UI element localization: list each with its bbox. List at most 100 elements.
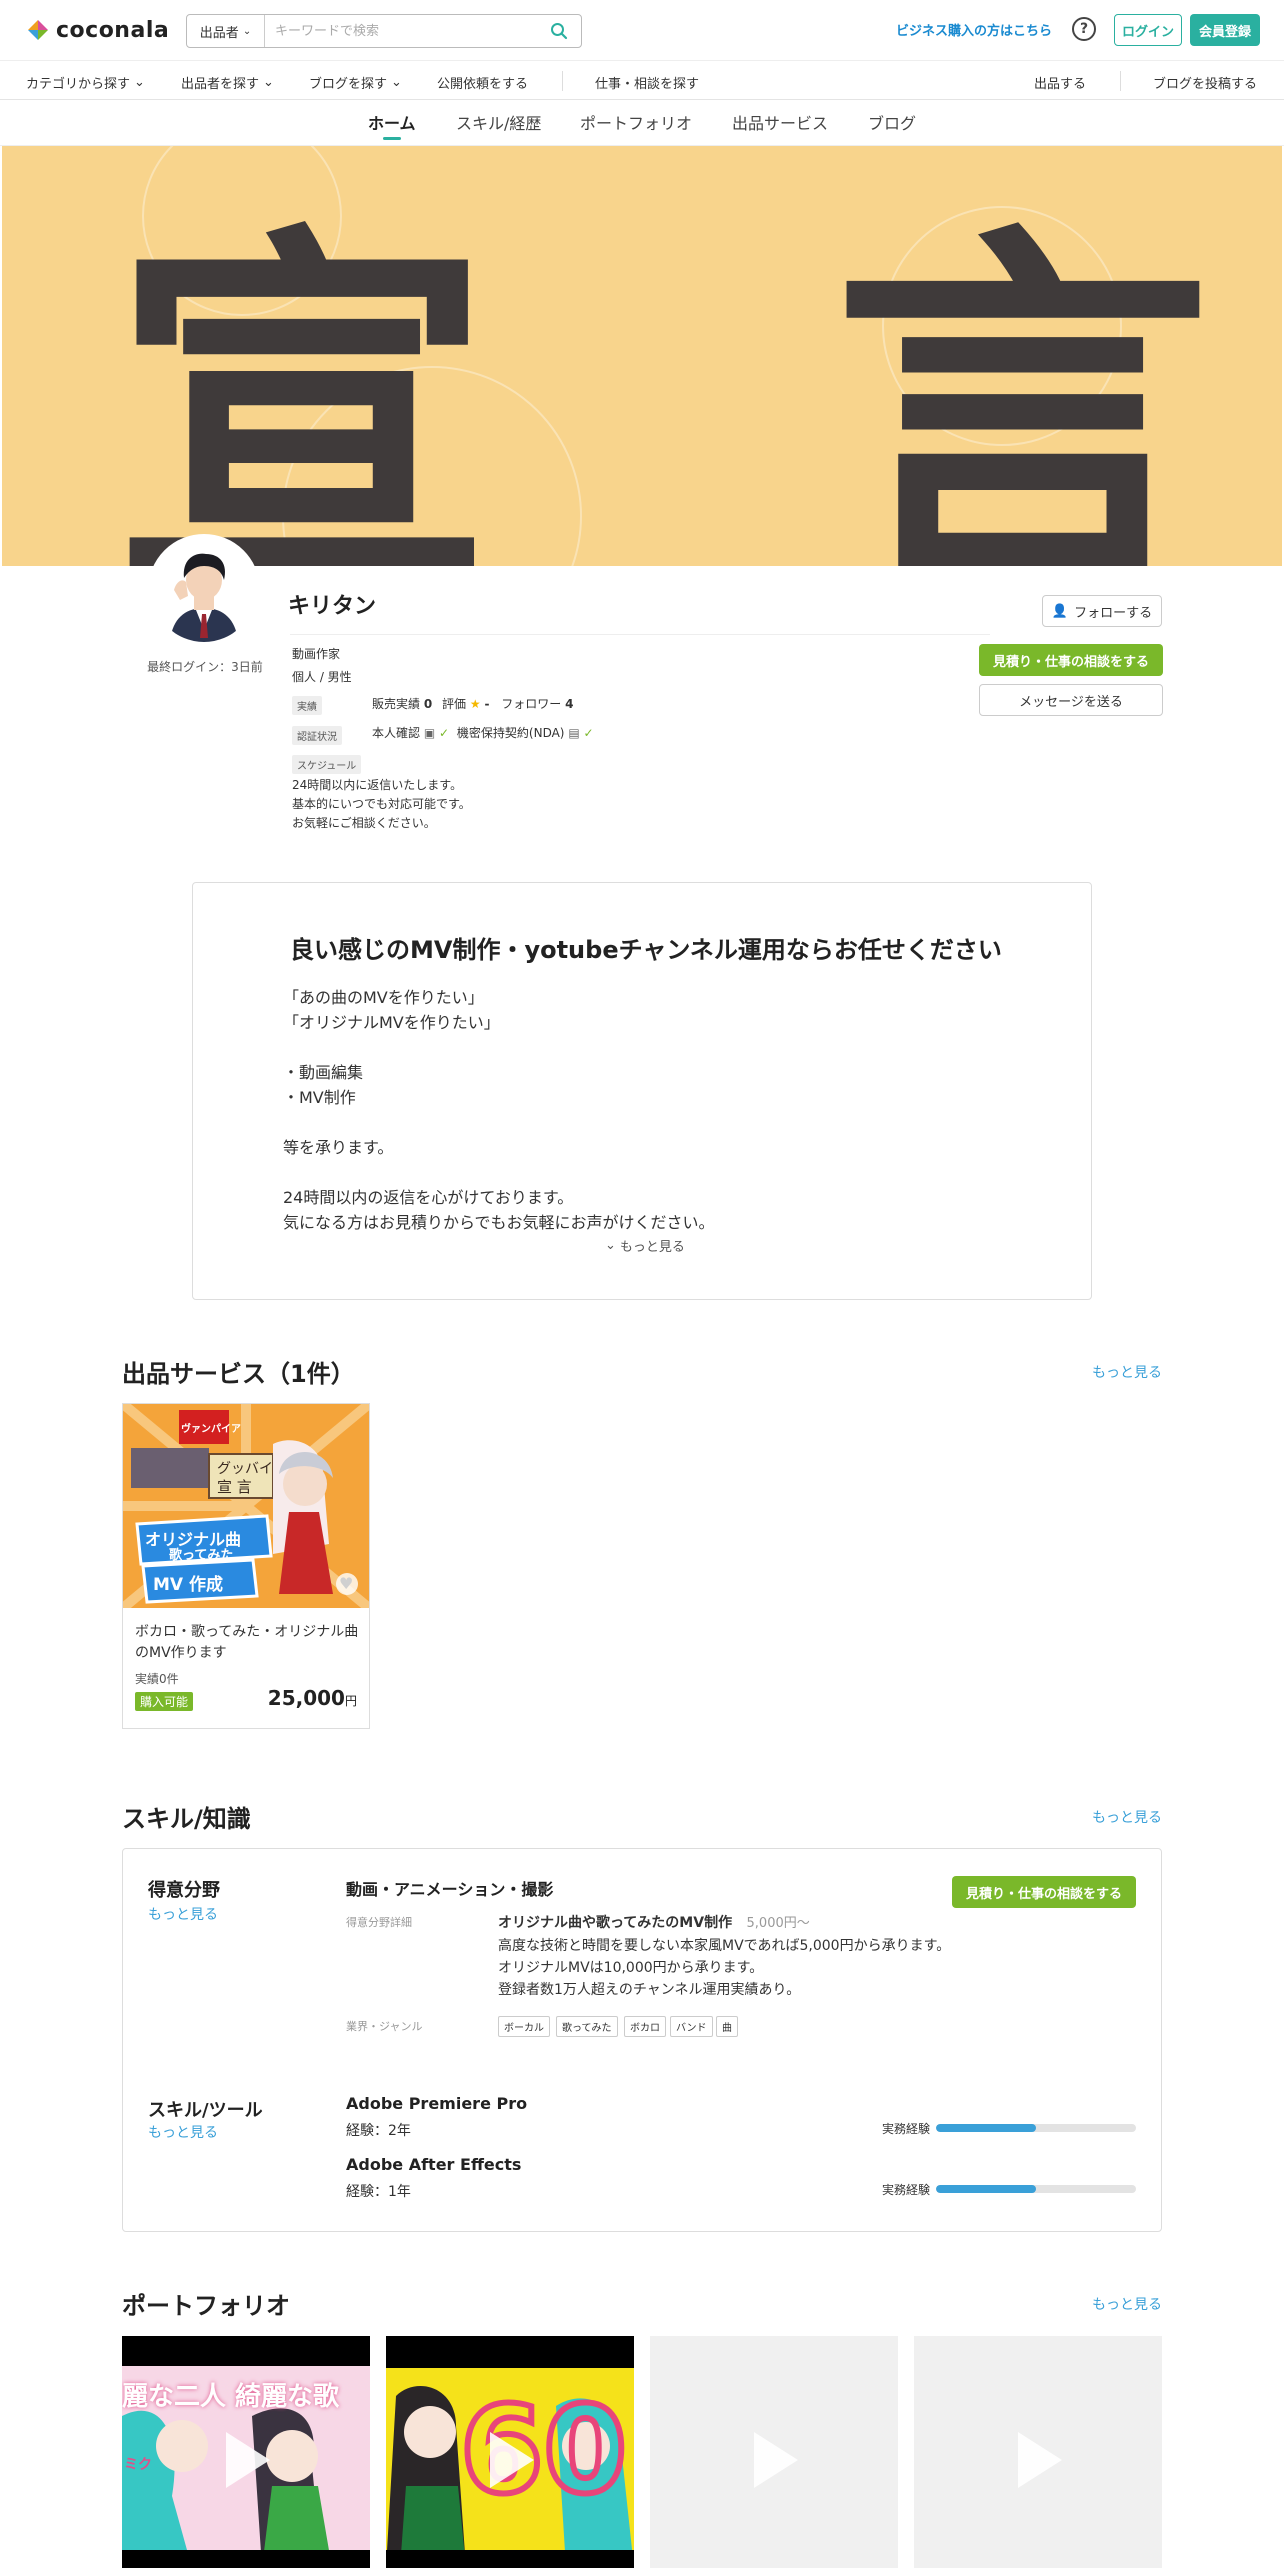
tool-experience: 経験：2年: [346, 2123, 411, 2139]
price-value: 25,000: [267, 1686, 345, 1710]
nav-label: ブログを投稿する: [1153, 77, 1258, 92]
nav-sellers[interactable]: 出品者を探す ⌄: [181, 73, 274, 92]
nav-label: 出品する: [1034, 77, 1087, 92]
user-add-icon: 👤: [1051, 603, 1069, 619]
tab-portfolio[interactable]: ポートフォリオ: [580, 110, 692, 134]
portfolio-more-link[interactable]: もっと見る: [1092, 2294, 1162, 2314]
service-sales: 実績0件: [135, 1670, 179, 1687]
portfolio-thumb-text: 麗な二人 綺麗な歌: [122, 2382, 340, 2412]
banner-text-right: 言: [832, 192, 1212, 567]
chevron-down-icon: ⌄: [263, 75, 274, 90]
sales-value: 0件: [159, 1672, 179, 1686]
skills-consult-button[interactable]: 見積り・仕事の相談をする: [952, 1876, 1136, 1908]
skills-more-link[interactable]: もっと見る: [1092, 1807, 1162, 1827]
play-icon: [754, 2432, 798, 2488]
thumb-text: ヴァンパイア: [181, 1424, 241, 1435]
experience-bar-fill: [936, 2185, 1036, 2193]
genre-chip[interactable]: 曲: [716, 2016, 738, 2037]
nav-find-jobs[interactable]: 仕事・相談を探す: [595, 73, 699, 92]
nav-label: カテゴリから探す: [26, 77, 131, 92]
sales-value: 0: [423, 697, 433, 711]
detail-line: 高度な技術と時間を要しない本家風MVであれば5,000円から承ります。: [498, 1938, 951, 1954]
logo-icon: [28, 20, 48, 40]
tab-home[interactable]: ホーム: [368, 110, 416, 134]
nav-category[interactable]: カテゴリから探す ⌄: [26, 73, 145, 92]
nav-label: 公開依頼をする: [437, 77, 529, 92]
skills-title: スキル/知識: [122, 1805, 251, 1833]
intro-more-link[interactable]: ⌄ もっと見る: [605, 1236, 685, 1255]
genre-chip[interactable]: バンド: [670, 2016, 713, 2037]
rating-label: 評価: [442, 697, 467, 711]
follow-label: フォローする: [1074, 605, 1153, 621]
tools-more-link[interactable]: もっと見る: [148, 2122, 218, 2142]
schedule-line: お気軽にご相談ください。: [292, 816, 436, 830]
tab-blog[interactable]: ブログ: [868, 110, 916, 134]
banner-text-left: 宣: [112, 192, 492, 567]
search-type-select[interactable]: 出品者 ⌄: [187, 15, 265, 47]
service-price: 25,000円: [268, 1686, 357, 1710]
favorite-heart-icon[interactable]: ♥: [339, 1574, 353, 1593]
business-purchase-link[interactable]: ビジネス購入の方はこちら: [896, 20, 1052, 39]
search-box: 出品者 ⌄: [186, 14, 582, 48]
profile-tabs: ホーム スキル/経歴 ポートフォリオ 出品サービス ブログ: [0, 100, 1284, 146]
site-header: coconala 出品者 ⌄ ビジネス購入の方はこちら ? ログイン 会員登録: [0, 0, 1284, 60]
tab-skills[interactable]: スキル/経歴: [456, 110, 541, 134]
schedule-line: 基本的にいつでも対応可能です。: [292, 797, 471, 811]
service-card[interactable]: ヴァンパイア グッバイ 宣 言 オリジナル曲 歌ってみた MV 作成 ♥ ボカロ…: [122, 1403, 370, 1729]
login-button[interactable]: ログイン: [1114, 14, 1182, 46]
portfolio-item[interactable]: [650, 2336, 898, 2568]
search-input[interactable]: [265, 15, 537, 47]
experience-bar: [936, 2185, 1136, 2193]
nav-public-request[interactable]: 公開依頼をする: [437, 73, 528, 92]
tab-services[interactable]: 出品サービス: [732, 110, 828, 134]
nav-post-blog[interactable]: ブログを投稿する: [1153, 73, 1257, 92]
signup-button[interactable]: 会員登録: [1190, 14, 1260, 46]
help-icon[interactable]: ?: [1072, 17, 1096, 41]
detail-title-row: オリジナル曲や歌ってみたのMV制作 5,000円〜: [498, 1912, 810, 1932]
service-thumbnail[interactable]: ヴァンパイア グッバイ 宣 言 オリジナル曲 歌ってみた MV 作成 ♥: [123, 1404, 369, 1608]
genre-chip[interactable]: ボーカル: [498, 2016, 550, 2037]
services-more-link[interactable]: もっと見る: [1092, 1362, 1162, 1382]
chevron-down-icon: ⌄: [605, 1238, 616, 1253]
tool-experience: 経験：1年: [346, 2184, 411, 2200]
sales-label: 実績: [135, 1672, 160, 1686]
genre-chip[interactable]: 歌ってみた: [556, 2016, 618, 2037]
nav-divider: [562, 71, 563, 91]
detail-line: 登録者数1万人超えのチャンネル運用実績あり。: [498, 1982, 801, 1998]
portfolio-thumb-sub: ミク: [124, 2457, 152, 2473]
nav-sell[interactable]: 出品する: [1034, 73, 1086, 92]
intro-title: 良い感じのMV制作・yotubeチャンネル運用ならお任せください: [290, 936, 1002, 964]
global-nav: カテゴリから探す ⌄ 出品者を探す ⌄ ブログを探す ⌄ 公開依頼をする 仕事・相談を…: [0, 60, 1284, 100]
consult-button[interactable]: 見積り・仕事の相談をする: [979, 644, 1163, 676]
last-login: 最終ログイン：3日前: [147, 660, 263, 674]
verification-tag: 認証状況: [292, 726, 342, 745]
services-title: 出品サービス（1件）: [122, 1360, 355, 1388]
chevron-down-icon: ⌄: [134, 75, 145, 90]
nav-blogs[interactable]: ブログを探す ⌄: [309, 73, 402, 92]
send-message-button[interactable]: メッセージを送る: [979, 684, 1163, 716]
avatar-illustration: [152, 538, 256, 642]
portfolio-item[interactable]: 60: [386, 2336, 634, 2568]
schedule-line: 24時間以内に返信いたします。: [292, 778, 463, 792]
specialty-label: 得意分野: [148, 1880, 220, 1901]
specialty-category: 動画・アニメーション・撮影: [346, 1880, 554, 1899]
intro-line: ・MV制作: [283, 1088, 356, 1107]
follower-value: 4: [565, 697, 574, 711]
schedule-tag: スケジュール: [292, 755, 362, 774]
service-title[interactable]: ボカロ・歌ってみた・オリジナル曲のMV作ります: [135, 1622, 361, 1664]
follow-button[interactable]: 👤 フォローする: [1042, 595, 1162, 627]
search-button[interactable]: [537, 15, 581, 47]
portfolio-item[interactable]: [914, 2336, 1162, 2568]
genre-chip[interactable]: ボカロ: [624, 2016, 666, 2037]
play-icon: [226, 2432, 270, 2488]
verification-row: 本人確認 ▣ ✓ 機密保持契約(NDA) ▤ ✓: [372, 724, 594, 741]
specialty-more-link[interactable]: もっと見る: [148, 1904, 218, 1924]
thumb-text: 歌ってみた: [169, 1548, 234, 1563]
document-icon: ▤: [568, 726, 580, 740]
coconala-logo[interactable]: coconala: [26, 14, 169, 46]
sales-label: 販売実績: [372, 697, 421, 711]
portfolio-item[interactable]: 麗な二人 綺麗な歌 ミク: [122, 2336, 370, 2568]
intro-line: 等を承ります。: [283, 1138, 394, 1157]
tool-name: Adobe Premiere Pro: [346, 2094, 528, 2113]
tool-name: Adobe After Effects: [346, 2155, 522, 2174]
